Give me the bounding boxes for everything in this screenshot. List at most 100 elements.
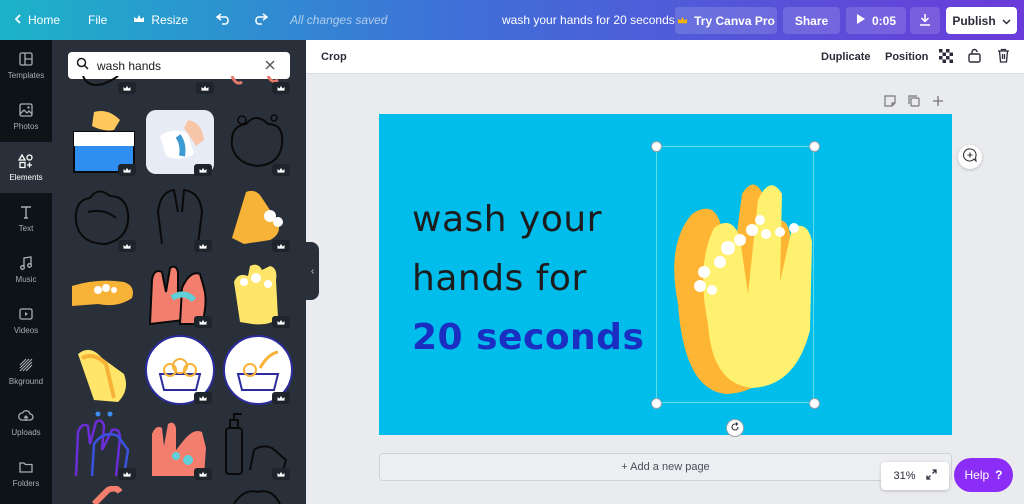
uploads-icon xyxy=(18,410,34,421)
undo-button[interactable] xyxy=(206,0,242,40)
play-icon xyxy=(856,13,866,28)
rail-label-music: Music xyxy=(15,275,37,284)
resize-button[interactable]: Resize xyxy=(123,0,198,40)
pro-badge xyxy=(118,164,136,176)
publish-label: Publish xyxy=(952,13,996,28)
search-icon xyxy=(76,57,89,75)
element-result[interactable] xyxy=(144,258,216,330)
play-button[interactable]: 0:05 xyxy=(846,7,906,34)
resize-handle-top-left[interactable] xyxy=(652,142,661,151)
element-result[interactable] xyxy=(68,106,140,178)
try-pro-label: Try Canva Pro xyxy=(694,13,775,28)
delete-button[interactable] xyxy=(997,40,1010,74)
rail-item-text[interactable]: Text xyxy=(0,193,52,244)
try-canva-pro-button[interactable]: Try Canva Pro xyxy=(675,7,777,34)
templates-icon xyxy=(19,52,33,66)
add-comment-button[interactable] xyxy=(958,145,982,169)
element-result[interactable] xyxy=(68,182,140,254)
element-result[interactable] xyxy=(222,486,294,504)
resize-handle-bottom-left[interactable] xyxy=(652,399,661,408)
pro-badge xyxy=(118,240,136,252)
element-result[interactable] xyxy=(68,334,140,406)
pro-badge xyxy=(118,468,136,480)
publish-button[interactable]: Publish xyxy=(946,7,1017,34)
pro-badge xyxy=(194,240,212,252)
rail-label-uploads: Uploads xyxy=(11,428,41,437)
rotate-handle[interactable] xyxy=(727,420,743,436)
rail-item-uploads[interactable]: Uploads xyxy=(0,397,52,448)
rail-item-background[interactable]: Bkground xyxy=(0,346,52,397)
rail-item-elements[interactable]: Elements xyxy=(0,142,52,193)
position-button[interactable]: Position xyxy=(885,40,928,74)
chevron-down-icon xyxy=(1002,14,1011,28)
element-result[interactable] xyxy=(68,410,140,482)
rail-item-photos[interactable]: Photos xyxy=(0,91,52,142)
search-input[interactable] xyxy=(97,58,257,73)
element-result[interactable] xyxy=(144,106,216,178)
element-result[interactable] xyxy=(146,76,218,96)
rail-item-music[interactable]: Music xyxy=(0,244,52,295)
rail-item-templates[interactable]: Templates xyxy=(0,40,52,91)
redo-button[interactable] xyxy=(242,0,278,40)
selection-box xyxy=(656,146,814,403)
help-label: Help xyxy=(964,468,990,482)
crop-button[interactable]: Crop xyxy=(321,40,347,74)
headline-line-1: wash your xyxy=(412,199,602,240)
add-page-icon[interactable] xyxy=(932,94,944,112)
element-result[interactable] xyxy=(144,410,216,482)
pro-badge xyxy=(272,316,290,328)
duplicate-button[interactable]: Duplicate xyxy=(821,40,871,74)
element-result[interactable] xyxy=(144,334,216,406)
element-result[interactable] xyxy=(222,334,294,406)
undo-icon xyxy=(215,12,232,28)
transparency-button[interactable] xyxy=(939,40,953,74)
zoom-level: 31% xyxy=(893,470,916,482)
document-title[interactable]: wash your hands for 20 seconds xyxy=(502,0,675,40)
file-menu[interactable]: File xyxy=(78,0,117,40)
element-result[interactable] xyxy=(68,258,140,330)
resize-label: Resize xyxy=(151,13,189,27)
pro-badge xyxy=(272,164,290,176)
headline-text[interactable]: wash your hands for 20 seconds xyxy=(412,190,644,367)
note-icon[interactable] xyxy=(884,94,896,112)
rail-label-photos: Photos xyxy=(13,122,39,131)
rail-label-elements: Elements xyxy=(9,173,43,182)
lock-button[interactable] xyxy=(968,40,981,74)
resize-handle-top-right[interactable] xyxy=(810,142,819,151)
element-result[interactable] xyxy=(222,106,294,178)
rail-item-folders[interactable]: Folders xyxy=(0,448,52,499)
rail-label-templates: Templates xyxy=(7,71,45,80)
copy-page-icon[interactable] xyxy=(908,94,920,112)
clear-search-icon[interactable] xyxy=(265,57,275,75)
rail-item-videos[interactable]: Videos xyxy=(0,295,52,346)
help-button[interactable]: Help ? xyxy=(954,458,1013,492)
collapse-panel-button[interactable]: ‹ xyxy=(306,242,319,300)
element-result[interactable] xyxy=(144,182,216,254)
download-button[interactable] xyxy=(910,7,940,34)
element-result[interactable] xyxy=(222,258,294,330)
search-box[interactable] xyxy=(68,52,290,79)
pro-badge xyxy=(272,392,290,404)
photos-icon xyxy=(19,103,33,117)
crown-icon xyxy=(133,13,145,27)
element-result[interactable] xyxy=(222,75,294,96)
pro-badge xyxy=(194,164,212,176)
headline-line-2: hands for xyxy=(412,258,587,299)
page-actions xyxy=(884,94,944,112)
fullscreen-icon[interactable] xyxy=(925,469,937,483)
pro-badge xyxy=(194,316,212,328)
element-result[interactable] xyxy=(222,182,294,254)
element-result[interactable] xyxy=(68,75,140,96)
top-bar: Home File Resize All changes saved wash … xyxy=(0,0,1024,40)
resize-handle-bottom-right[interactable] xyxy=(810,399,819,408)
zoom-control[interactable]: 31% xyxy=(881,462,949,490)
element-result[interactable] xyxy=(68,485,140,504)
share-button[interactable]: Share xyxy=(783,7,840,34)
add-new-page-button[interactable]: + Add a new page xyxy=(379,453,952,481)
download-icon xyxy=(919,13,931,29)
help-icon: ? xyxy=(995,468,1003,482)
trash-icon xyxy=(997,48,1010,66)
home-button[interactable]: Home xyxy=(0,0,70,40)
crown-icon xyxy=(677,14,688,28)
element-result[interactable] xyxy=(222,410,294,482)
